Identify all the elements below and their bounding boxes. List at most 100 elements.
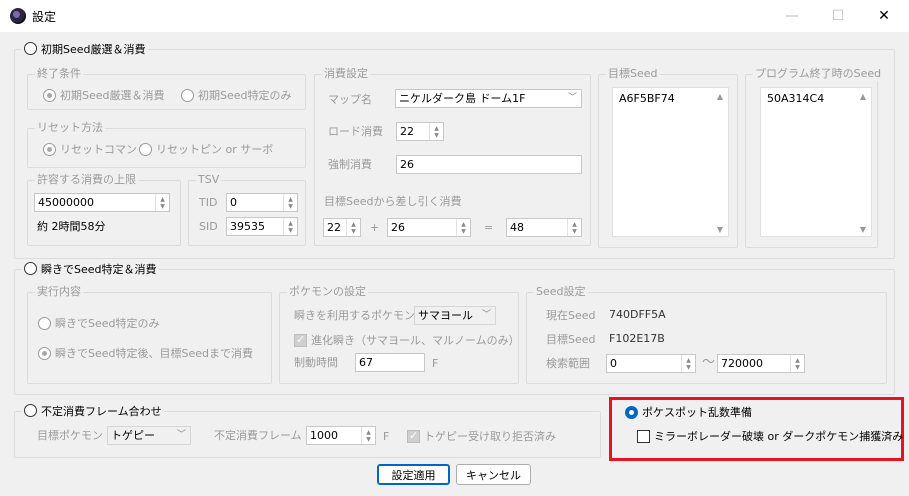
app-icon [10, 8, 26, 24]
scroll-down-icon[interactable]: ▼ [717, 225, 723, 234]
subtract-a-value: 22 [327, 221, 341, 234]
pokespot-option[interactable]: ポケスポット乱数準備 [625, 404, 752, 420]
current-seed-field[interactable]: 740DFF5A [606, 306, 696, 325]
control-time-unit: F [432, 357, 439, 370]
control-time-value: 67 [359, 356, 373, 369]
limit-group: 許容する消費の上限 [27, 173, 181, 246]
current-seed-label: 現在Seed [546, 309, 596, 322]
reset-method-option1[interactable]: リセットコマンド [43, 141, 148, 157]
tid-label: TID [199, 196, 218, 209]
reset-method-option2-radio[interactable] [139, 142, 152, 156]
received-refused-checkbox[interactable] [407, 429, 420, 443]
target-seed-value: A6F5BF74 [619, 92, 675, 105]
load-input[interactable]: 22 ▲ ▼ [396, 122, 444, 141]
tsv-group: TSV [188, 173, 306, 246]
current-seed-value: 740DFF5A [609, 308, 666, 321]
sid-spinner[interactable]: ▲ ▼ [283, 218, 297, 235]
chevron-down-icon: ﹀ [567, 93, 577, 103]
target-seed-title: 目標Seed [606, 67, 660, 81]
search-range-from-input[interactable]: 0 ▲ ▼ [606, 354, 696, 373]
section-blink-radio[interactable] [24, 262, 37, 275]
scroll-up-icon[interactable]: ▲ [860, 92, 866, 101]
scroll-up-icon[interactable]: ▲ [717, 92, 723, 101]
close-button[interactable]: ✕ [861, 0, 907, 32]
subtract-b-input[interactable]: 26 ▲ ▼ [387, 218, 471, 237]
subtract-a-input[interactable]: 22 ▲ ▼ [323, 218, 361, 237]
minimize-button[interactable]: — [769, 0, 815, 32]
target-seed2-value: F102E17B [609, 332, 665, 345]
tid-input[interactable]: 0 ▲ ▼ [226, 193, 298, 212]
limit-input[interactable]: 45000000 ▲ ▼ [34, 193, 170, 212]
window-title: 設定 [32, 10, 57, 24]
force-label: 強制消費 [328, 158, 372, 171]
load-spinner[interactable]: ▲ ▼ [429, 123, 443, 140]
control-time-input[interactable]: 67 [355, 353, 425, 372]
exec-option1[interactable]: 瞬きでSeed特定のみ [38, 315, 160, 331]
exec-option2[interactable]: 瞬きでSeed特定後、目標Seedまで消費 [38, 345, 253, 361]
scroll-down-icon[interactable]: ▼ [860, 225, 866, 234]
exec-group: 実行内容 [27, 285, 272, 384]
evolve-blink-option[interactable]: 進化瞬き（サマヨール、マルノームのみ） [294, 332, 520, 348]
mirror-radar-option[interactable]: ミラーボレーダー破壊 or ダークポケモン捕獲済み [637, 428, 903, 444]
end-seed-title: プログラム終了時のSeed [753, 67, 884, 81]
exec-option2-radio[interactable] [38, 346, 51, 360]
pokemon-title: ポケモンの設定 [287, 285, 368, 299]
limit-spinner[interactable]: ▲ ▼ [155, 194, 169, 211]
evolve-blink-checkbox[interactable] [294, 333, 307, 347]
section-frame-radio[interactable] [24, 404, 37, 417]
end-condition-option2[interactable]: 初期Seed特定のみ [181, 87, 292, 103]
received-refused-option[interactable]: トゲピー受け取り拒否済み [407, 428, 556, 444]
frame-unit: F [383, 430, 390, 443]
section-seed-select-title: 初期Seed厳選＆消費 [41, 43, 146, 56]
pokemon-use-value: サマヨール [418, 309, 473, 322]
pokemon-use-select[interactable]: サマヨール ﹀ [414, 306, 496, 325]
search-range-from-value: 0 [610, 357, 617, 370]
target-pokemon-value: トゲピー [111, 429, 155, 442]
plus-sign: + [370, 221, 380, 234]
pokespot-radio[interactable] [625, 405, 638, 419]
apply-button[interactable]: 設定適用 [377, 464, 450, 485]
end-seed-scrollbar[interactable]: ▲ ▼ [857, 92, 869, 234]
end-condition-option2-label: 初期Seed特定のみ [198, 89, 292, 102]
map-select[interactable]: ニケルダーク島 ドーム1F ﹀ [395, 89, 582, 108]
maximize-button[interactable]: ☐ [815, 0, 861, 32]
subtract-result-spinner[interactable]: ▲ ▼ [567, 219, 581, 236]
frame-spinner[interactable]: ▲ ▼ [361, 427, 375, 444]
tid-spinner[interactable]: ▲ ▼ [283, 194, 297, 211]
target-seed-scrollbar[interactable]: ▲ ▼ [714, 92, 726, 234]
subtract-a-spinner[interactable]: ▲ ▼ [346, 219, 360, 236]
cancel-button[interactable]: キャンセル [456, 464, 531, 485]
chevron-down-icon: ﹀ [176, 430, 186, 440]
seed-settings-title: Seed設定 [534, 285, 588, 299]
subtract-b-spinner[interactable]: ▲ ▼ [456, 219, 470, 236]
target-seed-list[interactable]: A6F5BF74 ▲ ▼ [612, 87, 729, 237]
reset-method-option2[interactable]: リセットピン or サーボ [139, 141, 273, 157]
tid-value: 0 [230, 196, 237, 209]
frame-value: 1000 [310, 429, 338, 442]
exec-option1-label: 瞬きでSeed特定のみ [55, 317, 160, 330]
search-range-to-input[interactable]: 720000 ▲ ▼ [717, 354, 805, 373]
section-seed-select-legend[interactable]: 初期Seed厳選＆消費 [22, 42, 148, 57]
section-blink-title: 瞬きでSeed特定＆消費 [41, 263, 157, 276]
end-condition-option1[interactable]: 初期Seed厳選＆消費 [43, 87, 165, 103]
section-blink-legend[interactable]: 瞬きでSeed特定＆消費 [22, 262, 159, 277]
force-input[interactable]: 26 [396, 155, 582, 174]
section-seed-select-radio[interactable] [24, 42, 37, 55]
exec-option1-radio[interactable] [38, 316, 51, 330]
reset-method-option1-radio[interactable] [43, 142, 56, 156]
sid-input[interactable]: 39535 ▲ ▼ [226, 217, 298, 236]
subtract-result-input[interactable]: 48 ▲ ▼ [506, 218, 582, 237]
search-range-from-spinner[interactable]: ▲ ▼ [681, 355, 695, 372]
target-seed2-field[interactable]: F102E17B [606, 330, 696, 349]
search-range-to-spinner[interactable]: ▲ ▼ [790, 355, 804, 372]
load-label: ロード消費 [328, 125, 383, 138]
end-condition-option2-radio[interactable] [181, 88, 194, 102]
evolve-blink-label: 進化瞬き（サマヨール、マルノームのみ） [311, 334, 520, 347]
consumption-title: 消費設定 [322, 67, 370, 81]
section-frame-legend[interactable]: 不定消費フレーム合わせ [22, 404, 164, 419]
end-seed-list[interactable]: 50A314C4 ▲ ▼ [760, 87, 872, 237]
frame-input[interactable]: 1000 ▲ ▼ [306, 426, 376, 445]
target-pokemon-select[interactable]: トゲピー ﹀ [107, 426, 191, 445]
mirror-radar-checkbox[interactable] [637, 429, 650, 443]
end-condition-option1-radio[interactable] [43, 88, 56, 102]
